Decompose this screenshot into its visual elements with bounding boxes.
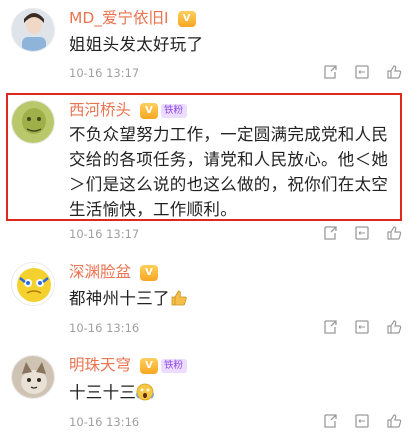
fan-badge: 铁粉 — [160, 103, 187, 118]
comment-icon[interactable] — [354, 319, 370, 335]
username[interactable]: 深渊脸盆 V — [69, 262, 158, 282]
vip-icon: V — [139, 264, 158, 281]
timestamp: 10-16 13:16 — [69, 321, 140, 335]
comment-icon[interactable] — [354, 225, 370, 241]
username[interactable]: 明珠天穹 V 铁粉 — [69, 355, 187, 375]
comment-icon[interactable] — [354, 64, 370, 80]
comment-text: 不负众望努力工作，一定圆满完成党和人民交给的各项任务，请党和人民放心。他＜她＞们… — [69, 125, 389, 219]
timestamp: 10-16 13:17 — [69, 66, 140, 80]
avatar[interactable] — [11, 8, 55, 52]
like-icon[interactable] — [386, 413, 402, 429]
vip-icon: V — [139, 102, 158, 119]
comment-icon[interactable] — [354, 413, 370, 429]
fan-badge: 铁粉 — [160, 358, 187, 373]
username[interactable]: MD_爱宁依旧I V — [69, 8, 196, 28]
share-icon[interactable] — [322, 413, 338, 429]
vip-icon: V — [139, 357, 158, 374]
comment-text: 十三十三 — [69, 380, 396, 408]
like-icon[interactable] — [386, 319, 402, 335]
timestamp: 10-16 13:17 — [69, 227, 140, 241]
avatar[interactable] — [11, 262, 55, 306]
vip-icon: V — [177, 10, 196, 27]
avatar[interactable] — [11, 355, 55, 399]
username[interactable]: 西河桥头 V 铁粉 — [69, 100, 187, 120]
comment-text: 姐姐头发太好玩了 — [69, 35, 204, 54]
timestamp: 10-16 13:16 — [69, 415, 140, 429]
share-icon[interactable] — [322, 319, 338, 335]
share-icon[interactable] — [322, 225, 338, 241]
avatar[interactable] — [11, 100, 55, 144]
thumbs-up-icon — [170, 289, 188, 314]
like-icon[interactable] — [386, 64, 402, 80]
comment-text: 都神州十三了 — [69, 286, 396, 314]
like-icon[interactable] — [386, 225, 402, 241]
share-icon[interactable] — [322, 64, 338, 80]
scream-emoji-icon — [136, 383, 155, 408]
